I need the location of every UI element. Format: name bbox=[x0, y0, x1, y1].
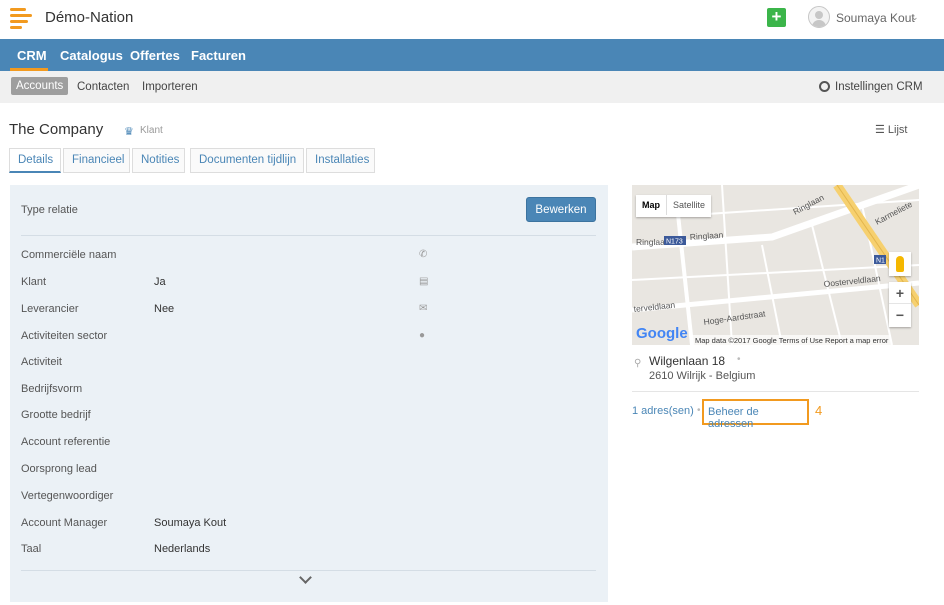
subnav-importeren[interactable]: Importeren bbox=[142, 81, 198, 93]
subnav-contacten[interactable]: Contacten bbox=[77, 81, 129, 93]
list-label: Lijst bbox=[887, 124, 908, 136]
field-label: Leverancier bbox=[21, 303, 79, 315]
fax-icon: ▤ bbox=[419, 276, 429, 287]
map-type-toggle: Map Satellite bbox=[636, 195, 712, 217]
tab-installaties[interactable]: Installaties bbox=[306, 148, 375, 173]
field-row: Taal Nederlands bbox=[21, 543, 591, 561]
chevron-down-icon[interactable] bbox=[299, 571, 312, 584]
field-row: Activiteiten sector ● bbox=[21, 330, 591, 348]
address-count-link[interactable]: 1 adres(sen) bbox=[632, 405, 694, 417]
map[interactable]: Ringlaan Ringlaan Ringlaan Karmeliete Oo… bbox=[632, 185, 919, 345]
crown-icon: ♛ bbox=[124, 126, 134, 138]
field-value: Nee bbox=[154, 303, 175, 315]
google-logo: Google bbox=[636, 325, 688, 342]
field-label: Activiteit bbox=[21, 356, 62, 368]
manage-addresses-link[interactable]: Beheer de adressen bbox=[702, 399, 809, 430]
field-row: Grootte bedrijf bbox=[21, 409, 591, 427]
tab-financieel[interactable]: Financieel bbox=[63, 148, 130, 173]
tab-notities[interactable]: Notities bbox=[132, 148, 185, 173]
type-relatie-label: Type relatie bbox=[21, 204, 78, 216]
field-row: Account Manager Soumaya Kout bbox=[21, 517, 591, 535]
field-row: Oorsprong lead bbox=[21, 463, 591, 481]
subnav-accounts[interactable]: Accounts bbox=[11, 77, 69, 95]
field-label: Commerciële naam bbox=[21, 249, 117, 261]
settings-label: Instellingen CRM bbox=[835, 81, 923, 93]
type-tag: Klant bbox=[140, 125, 163, 136]
field-row: Account referentie bbox=[21, 436, 591, 454]
field-label: Account Manager bbox=[21, 517, 108, 529]
field-row: Klant Ja ▤ bbox=[21, 276, 591, 294]
map-button[interactable]: Map bbox=[636, 195, 666, 215]
settings-link[interactable]: Instellingen CRM bbox=[819, 81, 923, 93]
field-label: Bedrijfsvorm bbox=[21, 383, 83, 395]
app-logo-icon[interactable] bbox=[10, 8, 34, 29]
globe-icon: ● bbox=[419, 330, 426, 341]
field-label: Klant bbox=[21, 276, 47, 288]
field-label: Vertegenwoordiger bbox=[21, 490, 114, 502]
field-row: Vertegenwoordiger bbox=[21, 490, 591, 508]
pegman-icon[interactable] bbox=[889, 252, 911, 276]
separator-dot: • bbox=[697, 405, 701, 416]
zoom-out-button[interactable]: − bbox=[889, 304, 911, 326]
address-street: Wilgenlaan 18 bbox=[649, 354, 726, 368]
street-label: terveldlaan bbox=[633, 300, 676, 314]
nav-offertes[interactable]: Offertes bbox=[130, 48, 180, 63]
gear-icon bbox=[819, 81, 830, 92]
field-value: Ja bbox=[154, 276, 166, 288]
chevron-down-icon[interactable]: ⌄ bbox=[911, 12, 919, 23]
nav-catalogus[interactable]: Catalogus bbox=[60, 48, 123, 63]
tab-details[interactable]: Details bbox=[9, 148, 61, 173]
main-nav: CRM Catalogus Offertes Facturen bbox=[0, 39, 944, 71]
field-row: Commerciële naam ✆ bbox=[21, 249, 591, 267]
annotation-number: 4 bbox=[815, 403, 823, 418]
divider bbox=[21, 235, 596, 236]
field-row: Leverancier Nee ✉ bbox=[21, 303, 591, 321]
address-city: 2610 Wilrijk - Belgium bbox=[649, 370, 756, 382]
add-button[interactable]: + bbox=[767, 8, 786, 27]
sub-nav: Accounts Contacten Importeren Instelling… bbox=[0, 71, 944, 103]
field-label: Oorsprong lead bbox=[21, 463, 97, 475]
road-shield: N1 bbox=[876, 258, 885, 265]
nav-crm[interactable]: CRM bbox=[17, 48, 47, 63]
zoom-control: + − bbox=[889, 282, 911, 327]
page-title: The Company bbox=[9, 121, 104, 138]
separator-dot: • bbox=[737, 354, 741, 365]
satellite-button[interactable]: Satellite bbox=[666, 195, 711, 215]
field-value: Soumaya Kout bbox=[154, 517, 227, 529]
divider bbox=[21, 570, 596, 571]
details-panel: Type relatie Bewerken Commerciële naam ✆… bbox=[10, 185, 608, 602]
field-row: Bedrijfsvorm bbox=[21, 383, 591, 401]
map-credits[interactable]: Map data ©2017 Google Terms of Use Repor… bbox=[692, 335, 892, 345]
nav-facturen[interactable]: Facturen bbox=[191, 48, 246, 63]
avatar[interactable] bbox=[808, 6, 830, 28]
street-label: Ringlaan bbox=[791, 192, 826, 217]
divider bbox=[632, 391, 919, 392]
location-pin-icon: ⚲ bbox=[634, 358, 642, 369]
email-icon: ✉ bbox=[419, 303, 428, 314]
top-bar: Démo-Nation + Soumaya Kout ⌄ bbox=[0, 0, 944, 39]
field-value: Nederlands bbox=[154, 543, 211, 555]
street-label: Hoge-Aardstraat bbox=[703, 308, 767, 327]
field-label: Activiteiten sector bbox=[21, 330, 108, 342]
field-label: Taal bbox=[21, 543, 42, 555]
phone-icon: ✆ bbox=[419, 249, 428, 260]
user-name[interactable]: Soumaya Kout bbox=[836, 11, 915, 25]
edit-button[interactable]: Bewerken bbox=[526, 197, 596, 222]
zoom-in-button[interactable]: + bbox=[889, 282, 911, 304]
list-view-link[interactable]: ☰ Lijst bbox=[875, 123, 907, 136]
field-row: Activiteit bbox=[21, 356, 591, 374]
road-shield: N173 bbox=[666, 239, 683, 246]
tab-documenten-tijdlijn[interactable]: Documenten tijdlijn bbox=[190, 148, 304, 173]
field-label: Grootte bedrijf bbox=[21, 409, 91, 421]
field-label: Account referentie bbox=[21, 436, 111, 448]
app-title[interactable]: Démo-Nation bbox=[45, 9, 133, 26]
